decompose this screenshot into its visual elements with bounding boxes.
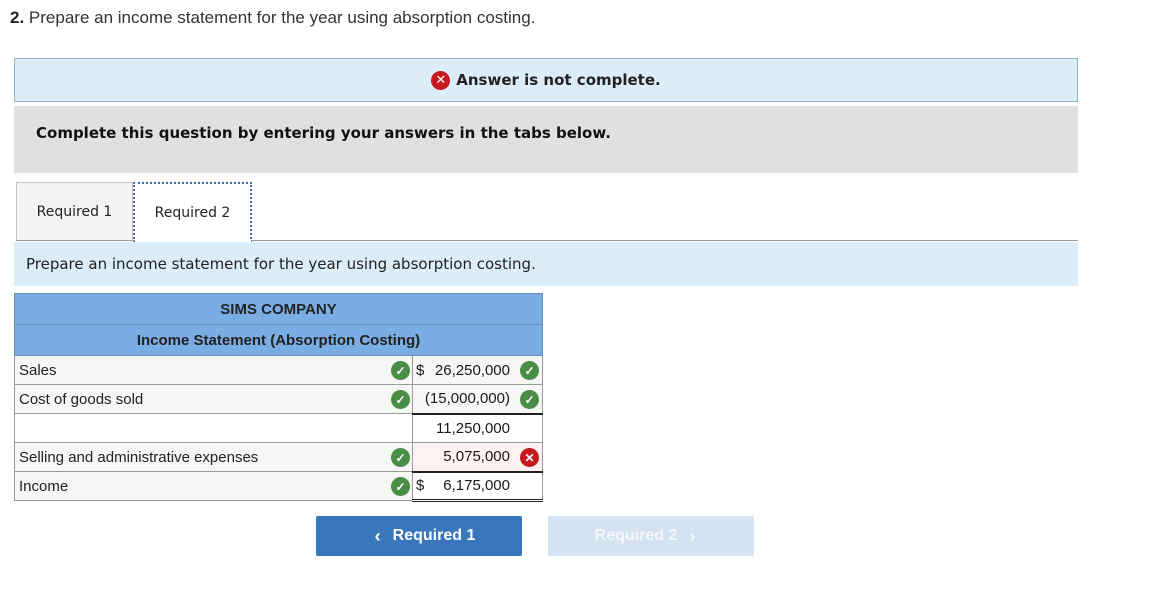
next-required-2-button[interactable]: Required 2 ›	[548, 516, 754, 556]
chevron-left-icon: ‹	[374, 525, 381, 546]
check-icon: ✓	[391, 477, 411, 496]
prompt-text: Prepare an income statement for the year…	[26, 255, 536, 273]
tab-label: Required 2	[154, 205, 231, 221]
sga-label-cell[interactable]: Selling and administrative expenses ✓	[13, 442, 414, 472]
tab-required-1[interactable]: Required 1	[16, 182, 133, 241]
question-text: Prepare an income statement for the year…	[28, 8, 536, 27]
sga-value-input[interactable]: 5,075,000 ✕	[412, 442, 543, 472]
row-label: Sales	[19, 361, 57, 379]
row-value: 5,075,000	[443, 448, 510, 466]
button-label: Required 2	[594, 527, 678, 544]
answer-status-text: Answer is not complete.	[456, 71, 661, 89]
question-heading: 2. Prepare an income statement for the y…	[10, 8, 535, 28]
income-statement-table: SIMS COMPANY Income Statement (Absorptio…	[13, 293, 543, 502]
prompt-panel: Prepare an income statement for the year…	[14, 242, 1078, 286]
row-label: Cost of goods sold	[19, 390, 144, 408]
instructions-text: Complete this question by entering your …	[36, 124, 611, 142]
question-number: 2.	[10, 8, 25, 27]
sales-label-cell[interactable]: Sales ✓	[13, 355, 414, 385]
header-row: SIMS COMPANY	[14, 293, 543, 325]
table-row: 11,250,000	[13, 412, 543, 443]
previous-required-1-button[interactable]: ‹ Required 1	[316, 516, 522, 556]
row-label: Selling and administrative expenses	[19, 448, 259, 466]
x-circle-icon: ✕	[431, 70, 451, 90]
row-value: 6,175,000	[443, 477, 510, 495]
x-circle-icon: ✕	[520, 448, 539, 467]
dollar-sign: $	[416, 361, 425, 379]
button-label: Required 1	[392, 527, 476, 544]
cogs-value-input[interactable]: (15,000,000) ✓	[412, 384, 543, 414]
row-value: 26,250,000	[434, 361, 510, 379]
tab-label: Required 1	[36, 204, 113, 220]
table-row: Cost of goods sold ✓ (15,000,000) ✓	[13, 384, 543, 414]
gross-margin-value: 11,250,000	[412, 412, 543, 443]
answer-status-banner: ✕ Answer is not complete.	[14, 58, 1078, 102]
row-value: (15,000,000)	[424, 390, 510, 408]
check-icon: ✓	[520, 361, 539, 380]
table-row: Sales ✓ $ 26,250,000 ✓	[13, 355, 543, 385]
company-name: SIMS COMPANY	[14, 293, 543, 325]
income-label-cell[interactable]: Income ✓	[13, 471, 414, 501]
statement-title: Income Statement (Absorption Costing)	[14, 324, 543, 356]
chevron-right-icon: ›	[689, 525, 696, 546]
tab-required-2[interactable]: Required 2	[133, 182, 252, 242]
gross-margin-label-cell	[13, 413, 414, 443]
tab-bar: Required 1 Required 2	[16, 182, 252, 242]
instructions-panel: Complete this question by entering your …	[14, 106, 1078, 173]
check-icon: ✓	[391, 390, 411, 409]
sales-value-input[interactable]: $ 26,250,000 ✓	[412, 355, 543, 385]
income-value: $ 6,175,000	[412, 470, 543, 502]
dollar-sign: $	[416, 477, 425, 495]
table-row: Selling and administrative expenses ✓ 5,…	[13, 442, 543, 472]
row-label: Income	[19, 477, 69, 495]
check-icon: ✓	[391, 448, 411, 467]
table-row: Income ✓ $ 6,175,000	[13, 470, 543, 502]
cogs-label-cell[interactable]: Cost of goods sold ✓	[13, 384, 414, 414]
header-row: Income Statement (Absorption Costing)	[14, 324, 543, 356]
check-icon: ✓	[520, 390, 539, 409]
check-icon: ✓	[391, 361, 411, 380]
row-value: 11,250,000	[436, 419, 510, 437]
